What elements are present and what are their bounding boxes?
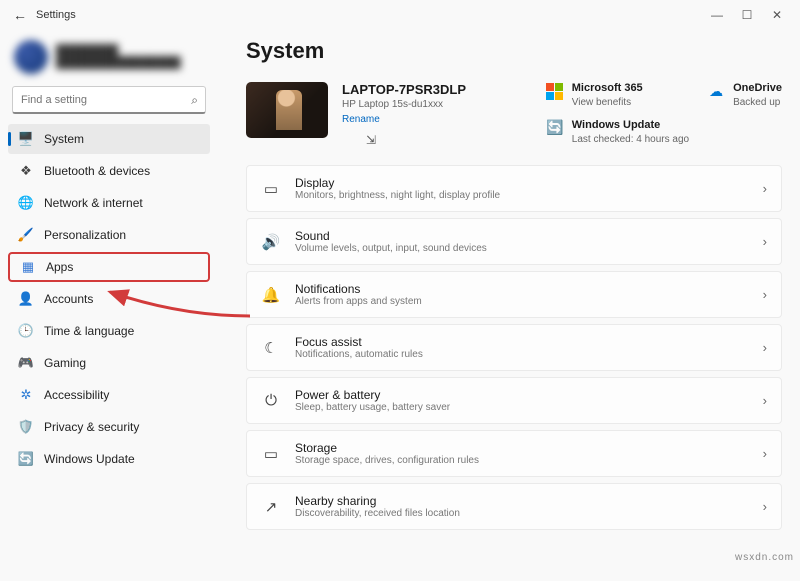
storage-icon: ▭ <box>261 445 281 463</box>
chevron-right-icon: › <box>763 446 767 461</box>
account-block[interactable]: ████████ ████████████████ <box>8 36 210 84</box>
back-button[interactable]: ← <box>8 7 32 23</box>
accounts-icon: 👤 <box>18 291 34 307</box>
main-content: System LAPTOP-7PSR3DLP HP Laptop 15s-du1… <box>218 30 800 581</box>
display-icon: ▭ <box>261 180 281 198</box>
sidebar-item-label: Network & internet <box>44 196 143 210</box>
titlebar: ← Settings — ☐ ✕ <box>0 0 800 30</box>
bluetooth-devices-icon: ❖ <box>18 163 34 179</box>
nearby-sharing-icon: ↗ <box>261 498 281 516</box>
sidebar-item-bluetooth-devices[interactable]: ❖ Bluetooth & devices <box>8 156 210 186</box>
sidebar-item-label: Personalization <box>44 228 126 242</box>
close-button[interactable]: ✕ <box>762 8 792 22</box>
card-focus-assist[interactable]: ☾Focus assistNotifications, automatic ru… <box>246 324 782 371</box>
sidebar-item-system[interactable]: 🖥️ System <box>8 124 210 154</box>
sidebar-item-label: Privacy & security <box>44 420 139 434</box>
device-image <box>246 82 328 138</box>
sidebar-item-accounts[interactable]: 👤 Accounts <box>8 284 210 314</box>
power-battery-icon: ⏻ <box>261 392 281 409</box>
apps-icon: ▦ <box>20 259 36 275</box>
system-icon: 🖥️ <box>18 131 34 147</box>
window-title: Settings <box>36 9 76 21</box>
sidebar-item-label: Time & language <box>44 324 134 338</box>
personalization-icon: 🖌️ <box>18 227 34 243</box>
sidebar-item-label: Gaming <box>44 356 86 370</box>
focus-assist-icon: ☾ <box>261 339 281 357</box>
sidebar-item-windows-update[interactable]: 🔄 Windows Update <box>8 444 210 474</box>
card-storage[interactable]: ▭StorageStorage space, drives, configura… <box>246 430 782 477</box>
watermark: wsxdn.com <box>735 552 794 563</box>
chevron-right-icon: › <box>763 393 767 408</box>
maximize-button[interactable]: ☐ <box>732 8 762 22</box>
card-power-battery[interactable]: ⏻Power & batterySleep, battery usage, ba… <box>246 377 782 424</box>
hero-card-microsoft-[interactable]: Microsoft 365View benefits <box>546 82 689 111</box>
sidebar-item-label: Accessibility <box>44 388 109 402</box>
update-icon: 🔄 <box>546 119 564 137</box>
hero: LAPTOP-7PSR3DLP HP Laptop 15s-du1xxx Ren… <box>246 82 782 147</box>
sidebar-item-time-language[interactable]: 🕒 Time & language <box>8 316 210 346</box>
sidebar-item-label: Apps <box>46 260 73 274</box>
sidebar-item-accessibility[interactable]: ✲ Accessibility <box>8 380 210 410</box>
sidebar-item-network-internet[interactable]: 🌐 Network & internet <box>8 188 210 218</box>
chevron-right-icon: › <box>763 181 767 196</box>
minimize-button[interactable]: — <box>702 8 732 22</box>
hero-card-windows-update[interactable]: 🔄Windows UpdateLast checked: 4 hours ago <box>546 119 689 148</box>
accessibility-icon: ✲ <box>18 387 34 403</box>
privacy-security-icon: 🛡️ <box>18 419 34 435</box>
network-internet-icon: 🌐 <box>18 195 34 211</box>
page-title: System <box>246 38 782 64</box>
search-icon: ⌕ <box>191 93 198 108</box>
sidebar-item-personalization[interactable]: 🖌️ Personalization <box>8 220 210 250</box>
account-name: ████████ <box>56 45 181 57</box>
ms-icon <box>546 82 564 100</box>
card-sound[interactable]: 🔊SoundVolume levels, output, input, soun… <box>246 218 782 265</box>
sidebar-item-label: Accounts <box>44 292 93 306</box>
sidebar-item-label: Bluetooth & devices <box>44 164 150 178</box>
account-email: ████████████████ <box>56 57 181 69</box>
windows-update-icon: 🔄 <box>18 451 34 467</box>
hero-card-onedrive[interactable]: ☁OneDriveBacked up <box>707 82 782 111</box>
sidebar-item-label: Windows Update <box>44 452 135 466</box>
nav-list: 🖥️ System ❖ Bluetooth & devices 🌐 Network & i… <box>8 124 210 474</box>
sidebar-item-apps[interactable]: ▦ Apps <box>8 252 210 282</box>
sidebar-item-privacy-security[interactable]: 🛡️ Privacy & security <box>8 412 210 442</box>
chevron-right-icon: › <box>763 340 767 355</box>
card-notifications[interactable]: 🔔NotificationsAlerts from apps and syste… <box>246 271 782 318</box>
chevron-right-icon: › <box>763 234 767 249</box>
notifications-icon: 🔔 <box>261 286 281 304</box>
device-model: HP Laptop 15s-du1xxx <box>342 99 466 110</box>
sidebar: ████████ ████████████████ ⌕ 🖥️ System ❖ Blu… <box>0 30 218 581</box>
time-language-icon: 🕒 <box>18 323 34 339</box>
chevron-right-icon: › <box>763 287 767 302</box>
search-input[interactable] <box>12 86 206 114</box>
rename-link[interactable]: Rename <box>342 114 466 125</box>
sound-icon: 🔊 <box>261 233 281 251</box>
sidebar-item-gaming[interactable]: 🎮 Gaming <box>8 348 210 378</box>
cloud-icon: ☁ <box>707 82 725 100</box>
chevron-right-icon: › <box>763 499 767 514</box>
card-display[interactable]: ▭DisplayMonitors, brightness, night ligh… <box>246 165 782 212</box>
link-icon: ⇲ <box>366 133 466 147</box>
sidebar-item-label: System <box>44 132 84 146</box>
card-nearby-sharing[interactable]: ↗Nearby sharingDiscoverability, received… <box>246 483 782 530</box>
device-name: LAPTOP-7PSR3DLP <box>342 82 466 97</box>
settings-cards: ▭DisplayMonitors, brightness, night ligh… <box>246 165 782 530</box>
avatar <box>14 40 48 74</box>
gaming-icon: 🎮 <box>18 355 34 371</box>
